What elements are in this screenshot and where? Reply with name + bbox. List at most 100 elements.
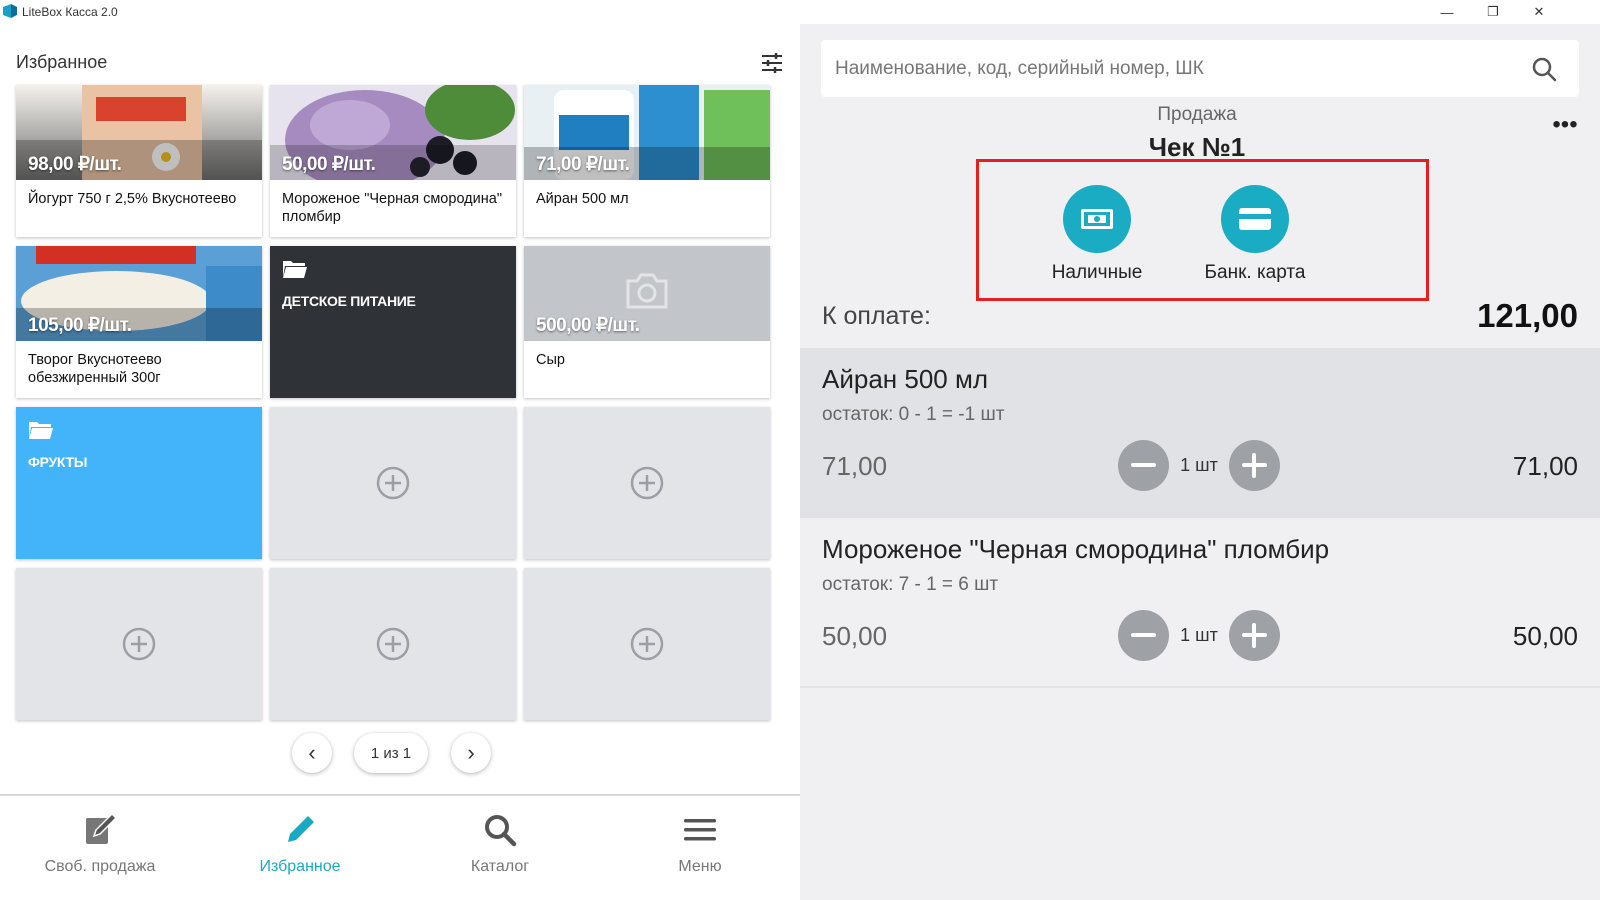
chevron-left-icon: ‹ xyxy=(308,740,316,765)
nav-label: Своб. продажа xyxy=(44,858,156,875)
hamburger-icon xyxy=(684,819,716,841)
folder-open-icon xyxy=(283,261,307,278)
card-button-circle xyxy=(1221,185,1289,253)
tile-name: Сыр xyxy=(524,341,770,398)
filter-settings-icon[interactable] xyxy=(760,51,784,75)
empty-tile[interactable] xyxy=(270,407,516,559)
add-circle-icon xyxy=(630,627,664,661)
sale-label: Продажа xyxy=(1157,104,1237,125)
product-tile-yogurt[interactable]: 98,00 ₽/шт. Йогурт 750 г 2,5% Вкуснотеев… xyxy=(16,85,262,237)
minus-icon xyxy=(1131,463,1156,467)
edit-note-icon xyxy=(86,812,118,844)
chevron-right-icon: › xyxy=(467,740,475,765)
restore-icon: ❐ xyxy=(1487,4,1499,19)
minimize-button[interactable]: — xyxy=(1424,0,1470,24)
search-box xyxy=(821,40,1579,97)
favorites-pane: Избранное 98,00 ₽/шт. Йогурт 750 г 2,5% … xyxy=(0,24,800,900)
item-total: 71,00 xyxy=(1512,451,1578,481)
search-input[interactable] xyxy=(835,40,1515,97)
tile-name: Айран 500 мл xyxy=(524,180,770,237)
page-indicator-label: 1 из 1 xyxy=(370,744,412,762)
nav-favorites[interactable]: Избранное xyxy=(200,796,400,900)
favorites-title: Избранное xyxy=(16,52,108,72)
receipt-item[interactable]: Айран 500 мл остаток: 0 - 1 = -1 шт 71,0… xyxy=(800,348,1600,518)
card-icon xyxy=(1239,208,1271,230)
search-icon xyxy=(485,815,517,847)
product-tile-cottage-cheese[interactable]: 105,00 ₽/шт. Творог Вкуснотеево обезжире… xyxy=(16,246,262,398)
increase-qty-button[interactable] xyxy=(1229,440,1280,491)
plus-icon-vertical xyxy=(1252,623,1256,648)
more-options-button[interactable]: ••• xyxy=(1545,113,1585,144)
card-label: Банк. карта xyxy=(1204,262,1306,283)
window-title: LiteBox Касса 2.0 xyxy=(22,5,118,19)
item-price: 71,00 xyxy=(822,451,888,481)
cash-payment-button[interactable]: Наличные xyxy=(1022,185,1172,295)
close-icon: ✕ xyxy=(1533,4,1545,19)
decrease-qty-button[interactable] xyxy=(1118,440,1169,491)
increase-qty-button[interactable] xyxy=(1229,610,1280,661)
nav-label: Избранное xyxy=(259,858,341,875)
decrease-qty-button[interactable] xyxy=(1118,610,1169,661)
add-circle-icon xyxy=(122,627,156,661)
close-button[interactable]: ✕ xyxy=(1516,0,1562,24)
bottom-navigation: Своб. продажа Избранное Каталог Меню xyxy=(0,794,800,900)
page-indicator: 1 из 1 xyxy=(354,733,428,773)
add-circle-icon xyxy=(376,466,410,500)
next-page-button[interactable]: › xyxy=(451,733,491,773)
add-circle-icon xyxy=(630,466,664,500)
item-total: 50,00 xyxy=(1512,621,1578,651)
item-price: 50,00 xyxy=(822,621,888,651)
empty-tile[interactable] xyxy=(524,407,770,559)
item-name: Айран 500 мл xyxy=(822,364,989,394)
empty-tile[interactable] xyxy=(270,568,516,720)
folder-tile-baby-food[interactable]: ДЕТСКОЕ ПИТАНИЕ xyxy=(270,246,516,398)
cash-icon xyxy=(1081,209,1113,229)
nav-free-sale[interactable]: Своб. продажа xyxy=(0,796,200,900)
tile-name: Йогурт 750 г 2,5% Вкуснотеево xyxy=(16,180,262,237)
add-circle-icon xyxy=(376,627,410,661)
tile-name: Мороженое "Черная смородина" пломбир xyxy=(270,180,516,237)
tile-price: 50,00 ₽/шт. xyxy=(282,154,376,175)
nav-menu[interactable]: Меню xyxy=(600,796,800,900)
folder-name: ФРУКТЫ xyxy=(28,454,88,470)
restore-button[interactable]: ❐ xyxy=(1470,0,1516,24)
empty-tile[interactable] xyxy=(16,568,262,720)
title-bar: LiteBox Касса 2.0 — ❐ ✕ xyxy=(0,0,1600,24)
litebox-logo-icon xyxy=(3,4,17,18)
tile-name: Творог Вкуснотеево обезжиренный 300г xyxy=(16,341,262,398)
minimize-icon: — xyxy=(1440,4,1454,20)
tile-price: 98,00 ₽/шт. xyxy=(28,154,122,175)
product-tile-ayran[interactable]: 71,00 ₽/шт. Айран 500 мл xyxy=(524,85,770,237)
to-pay-label: К оплате: xyxy=(822,302,931,330)
item-qty: 1 шт xyxy=(1180,625,1218,645)
item-name: Мороженое "Черная смородина" пломбир xyxy=(822,534,1330,564)
nav-label: Меню xyxy=(678,858,722,875)
product-tile-cheese[interactable]: 500,00 ₽/шт. Сыр xyxy=(524,246,770,398)
empty-tile[interactable] xyxy=(524,568,770,720)
product-tile-ice-cream[interactable]: 50,00 ₽/шт. Мороженое "Черная смородина"… xyxy=(270,85,516,237)
cash-label: Наличные xyxy=(1051,262,1143,283)
item-qty: 1 шт xyxy=(1180,455,1218,475)
more-dots-icon: ••• xyxy=(1552,111,1578,138)
folder-open-icon xyxy=(29,422,53,439)
tile-price: 71,00 ₽/шт. xyxy=(536,154,630,175)
item-stock: остаток: 0 - 1 = -1 шт xyxy=(822,404,1005,425)
camera-placeholder-icon xyxy=(626,273,668,309)
nav-catalog[interactable]: Каталог xyxy=(400,796,600,900)
plus-icon-vertical xyxy=(1252,453,1256,478)
nav-label: Каталог xyxy=(470,858,530,875)
card-payment-button[interactable]: Банк. карта xyxy=(1180,185,1330,295)
receipt-item[interactable]: Мороженое "Черная смородина" пломбир ост… xyxy=(800,518,1600,688)
item-stock: остаток: 7 - 1 = 6 шт xyxy=(822,574,999,595)
pencil-icon xyxy=(288,816,314,842)
folder-tile-fruits[interactable]: ФРУКТЫ xyxy=(16,407,262,559)
tile-price: 500,00 ₽/шт. xyxy=(536,315,640,336)
to-pay-value: 121,00 xyxy=(1477,297,1578,334)
minus-icon xyxy=(1131,633,1156,637)
prev-page-button[interactable]: ‹ xyxy=(292,733,332,773)
tile-price: 105,00 ₽/шт. xyxy=(28,315,132,336)
receipt-pane: Продажа Чек №1 ••• Наличные Банк. карта … xyxy=(800,24,1600,900)
folder-name: ДЕТСКОЕ ПИТАНИЕ xyxy=(282,293,416,309)
search-icon[interactable] xyxy=(1531,56,1557,82)
cash-button-circle xyxy=(1063,185,1131,253)
